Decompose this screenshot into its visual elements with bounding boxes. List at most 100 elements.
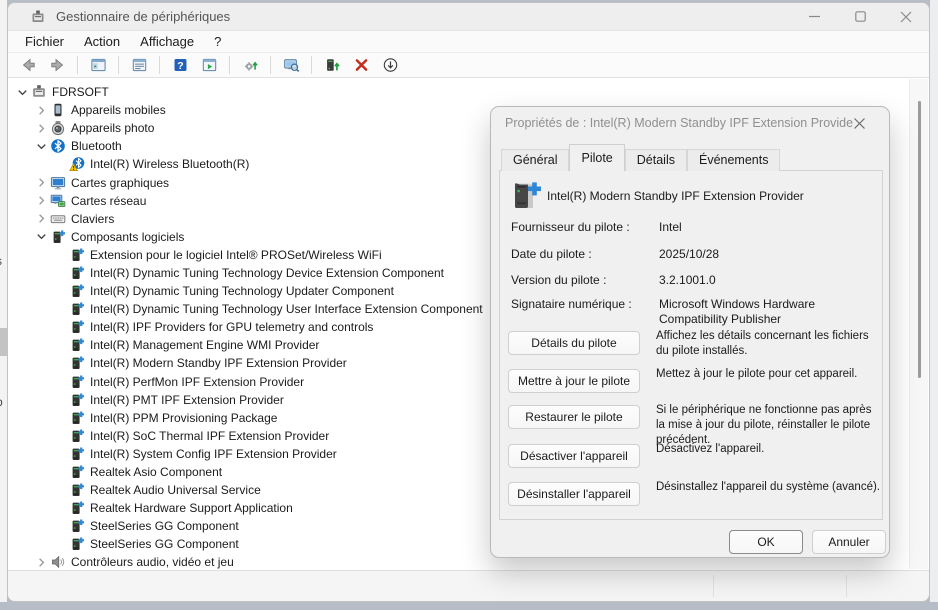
maximize-button[interactable] (837, 3, 883, 30)
expand-chevron-icon[interactable] (33, 211, 50, 227)
dialog-titlebar: Propriétés de : Intel(R) Modern Standby … (491, 107, 889, 139)
dialog-title: Propriétés de : Intel(R) Modern Standby … (505, 116, 853, 130)
software-icon (69, 428, 85, 444)
tab-details[interactable]: Détails (624, 149, 687, 171)
svg-text:?: ? (177, 60, 183, 72)
tree-scrollbar[interactable] (909, 79, 928, 569)
tab-general[interactable]: Général (501, 149, 570, 171)
driver-details-button[interactable]: Détails du pilote (508, 331, 640, 355)
disable-device-button[interactable]: Désactiver l'appareil (508, 444, 640, 468)
properties-icon[interactable] (127, 54, 151, 76)
cancel-button[interactable]: Annuler (812, 530, 886, 554)
expand-chevron-icon[interactable] (33, 554, 50, 569)
tree-item-label: Intel(R) PerfMon IPF Extension Provider (90, 374, 305, 389)
toolbar-separator (270, 56, 271, 74)
help-icon[interactable]: ? (168, 54, 192, 76)
expand-chevron-icon[interactable] (33, 102, 50, 118)
speaker-icon (50, 554, 66, 569)
tree-item-label: Realtek Asio Component (90, 465, 223, 480)
statusbar-separator (713, 575, 714, 597)
action-description: Désinstallez l'appareil du système (avan… (656, 481, 880, 493)
disable-icon[interactable] (378, 54, 402, 76)
minimize-button[interactable] (791, 3, 837, 30)
tab-pilote[interactable]: Pilote (569, 144, 625, 171)
network-icon (50, 193, 66, 209)
expand-chevron-icon[interactable] (33, 120, 50, 136)
tree-item-label: Intel(R) PPM Provisioning Package (90, 410, 278, 425)
statusbar (8, 570, 929, 601)
roll-back-driver-button[interactable]: Restaurer le pilote (508, 405, 640, 429)
background-window-sliver: t s b (0, 0, 7, 602)
console-tree-icon[interactable] (86, 54, 110, 76)
collapse-chevron-icon[interactable] (33, 229, 50, 245)
display-icon (50, 175, 66, 191)
tree-scrollbar-thumb[interactable] (918, 101, 921, 378)
field-label: Date du pilote : (511, 247, 592, 261)
dialog-close-icon[interactable] (853, 117, 875, 130)
tree-item-label: Bluetooth (71, 139, 122, 154)
desktop-backdrop (930, 0, 938, 602)
tree-item-label: Realtek Audio Universal Service (90, 483, 261, 498)
tree-item-label: Intel(R) Modern Standby IPF Extension Pr… (90, 356, 347, 371)
field-value: 3.2.1001.0 (659, 273, 716, 287)
software-icon (69, 446, 85, 462)
scan-hardware-changes-icon[interactable] (238, 54, 262, 76)
update-driver-button[interactable]: Mettre à jour le pilote (508, 369, 640, 393)
tree-item-label: Appareils mobiles (71, 103, 166, 118)
device-manager-app-icon (30, 9, 46, 25)
device-icon (507, 177, 543, 213)
back-icon[interactable] (16, 54, 40, 76)
tree-item-label: Intel(R) PMT IPF Extension Provider (90, 392, 284, 407)
field-value: 2025/10/28 (659, 247, 720, 261)
menu-help[interactable]: ? (204, 34, 231, 49)
driver-field-row: Signataire numérique : Microsoft Windows … (511, 297, 877, 327)
collapse-chevron-icon[interactable] (14, 84, 31, 100)
software-icon (69, 500, 85, 516)
tree-item-label: Extension pour le logiciel Intel® PROSet… (90, 247, 382, 262)
software-icon (69, 392, 85, 408)
collapse-chevron-icon[interactable] (33, 138, 50, 154)
tree-item-label: Intel(R) IPF Providers for GPU telemetry… (90, 320, 374, 335)
software-icon (69, 301, 85, 317)
action-pane-icon[interactable] (197, 54, 221, 76)
tree-item-label: Composants logiciels (71, 229, 185, 244)
menu-action[interactable]: Action (74, 34, 130, 49)
tree-item-label: Intel(R) Dynamic Tuning Technology Devic… (90, 265, 444, 280)
expand-chevron-icon[interactable] (33, 193, 50, 209)
bluetooth-icon (50, 138, 66, 154)
software-icon (69, 337, 85, 353)
tree-item-label: Intel(R) Management Engine WMI Provider (90, 338, 320, 353)
software-icon (69, 247, 85, 263)
forward-icon[interactable] (45, 54, 69, 76)
expand-chevron-icon[interactable] (33, 175, 50, 191)
statusbar-separator (846, 575, 847, 597)
toolbar-separator (118, 56, 119, 74)
menubar: Fichier Action Affichage? (8, 30, 929, 52)
close-button[interactable] (883, 3, 929, 30)
menu-affichage[interactable]: Affichage (130, 34, 204, 49)
update-driver-icon[interactable] (320, 54, 344, 76)
menu-fichier[interactable]: Fichier (15, 34, 74, 49)
software-icon (69, 410, 85, 426)
uninstall-device-button[interactable]: Désinstaller l'appareil (508, 482, 640, 506)
ok-button[interactable]: OK (729, 530, 803, 554)
device-name: Intel(R) Modern Standby IPF Extension Pr… (547, 189, 804, 203)
tree-item[interactable]: FDRSOFT (8, 83, 909, 101)
tab-evenements[interactable]: Événements (686, 149, 781, 171)
search-computer-icon[interactable] (279, 54, 303, 76)
device-properties-dialog: Propriétés de : Intel(R) Modern Standby … (490, 106, 890, 558)
uninstall-icon[interactable] (349, 54, 373, 76)
bluetooth-warning-icon (69, 156, 85, 172)
